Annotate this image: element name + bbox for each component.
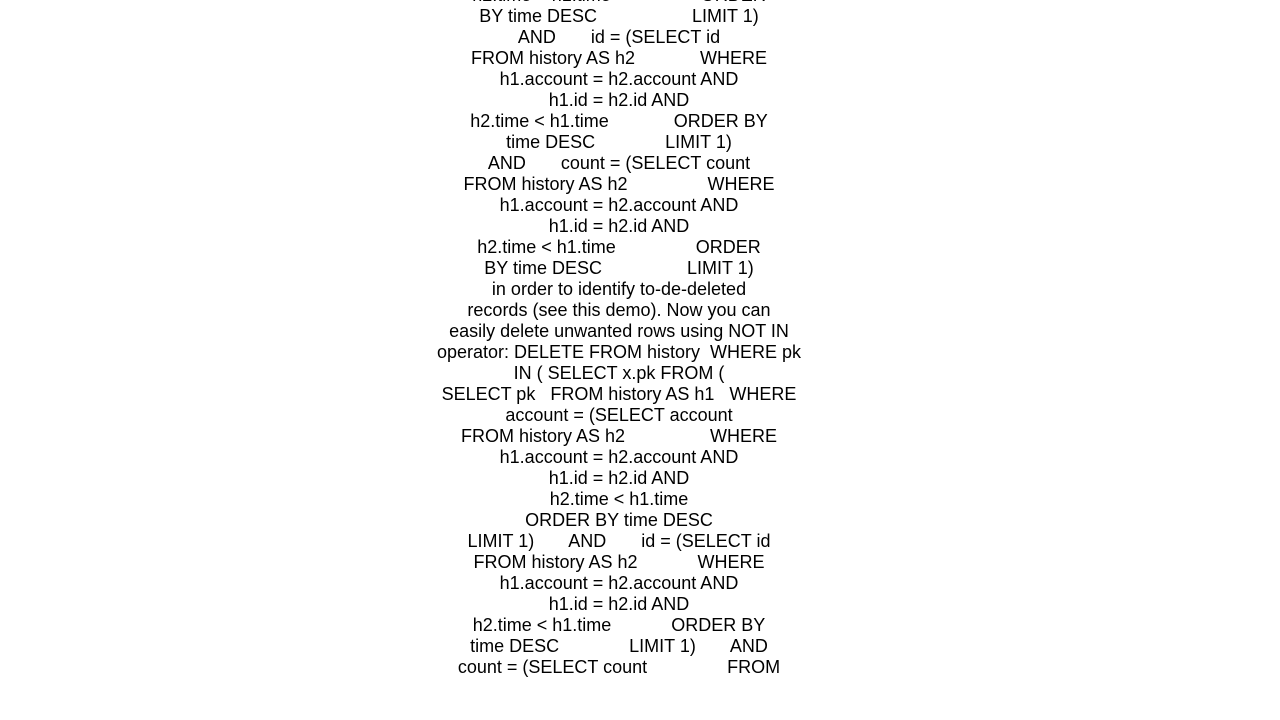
text-line: h1.id = h2.id AND: [548, 468, 690, 488]
text-line: h2.time < h1.time ORDER BY: [472, 615, 766, 635]
text-line: SELECT pk FROM history AS h1 WHERE: [441, 384, 797, 404]
text-line: time DESC LIMIT 1) AND: [470, 636, 768, 656]
document-viewport: h2.time < h1.time ORDERBY time DESC LIMI…: [0, 0, 1280, 680]
text-line: ORDER BY time DESC: [525, 510, 713, 530]
text-line: FROM history AS h2 WHERE: [470, 48, 768, 68]
text-line: FROM history AS h2 WHERE: [460, 426, 778, 446]
text-line: BY time DESC LIMIT 1): [484, 258, 754, 278]
text-line: LIMIT 1) AND id = (SELECT id: [467, 531, 771, 551]
text-line: IN ( SELECT x.pk FROM (: [513, 363, 725, 383]
text-line: h2.time < h1.time: [549, 489, 689, 509]
text-line: AND count = (SELECT count: [487, 153, 751, 173]
text-line: h1.account = h2.account AND: [499, 195, 739, 215]
text-line: h1.id = h2.id AND: [548, 90, 690, 110]
text-line: FROM history AS h2 WHERE: [473, 552, 765, 572]
text-line: h1.account = h2.account AND: [499, 69, 739, 89]
text-line: BY time DESC LIMIT 1): [479, 6, 759, 26]
text-line: h2.time < h1.time ORDER BY: [470, 111, 768, 131]
text-line: h1.id = h2.id AND: [548, 594, 690, 614]
text-line: operator: DELETE FROM history WHERE pk: [436, 342, 802, 362]
text-line: h1.account = h2.account AND: [499, 447, 739, 467]
text-line: h1.id = h2.id AND: [548, 216, 690, 236]
text-line: easily delete unwanted rows using NOT IN: [449, 321, 789, 341]
text-line: AND id = (SELECT id: [517, 27, 721, 47]
text-line: records (see this demo). Now you can: [467, 300, 771, 320]
text-line: h2.time < h1.time ORDER: [477, 237, 761, 257]
text-line: account = (SELECT account: [505, 405, 733, 425]
text-line: in order to identify to-de-deleted: [491, 279, 747, 299]
text-line: FROM history AS h2 WHERE: [463, 174, 775, 194]
text-line: h1.account = h2.account AND: [499, 573, 739, 593]
text-line: count = (SELECT count FROM: [457, 657, 781, 677]
sql-answer-text: h2.time < h1.time ORDERBY time DESC LIMI…: [0, 0, 1238, 678]
text-line: time DESC LIMIT 1): [506, 132, 732, 152]
